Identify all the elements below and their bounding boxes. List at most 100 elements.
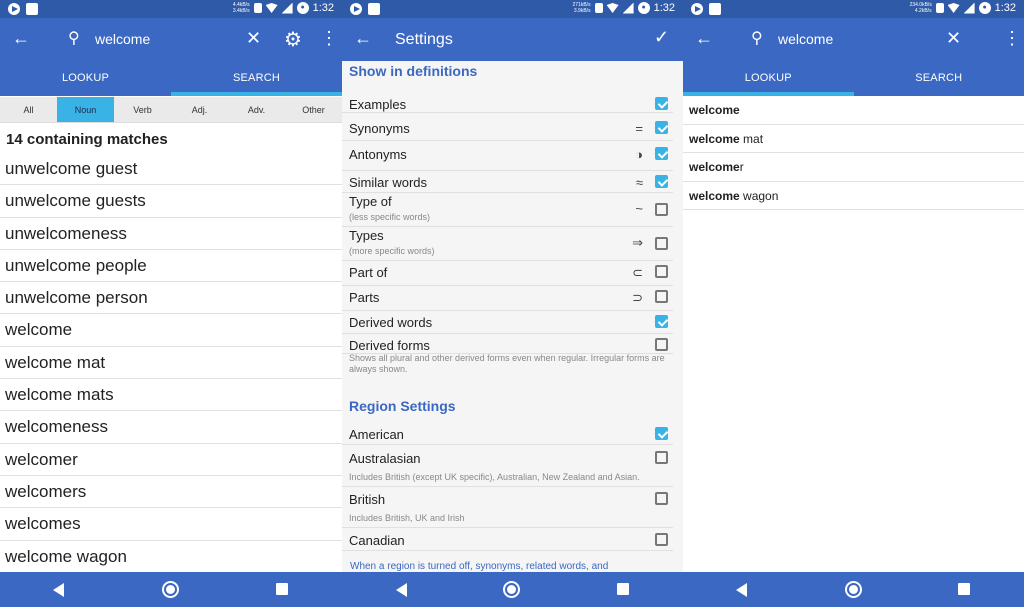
nav-back-icon[interactable] [53, 583, 64, 597]
setting-row-derived-forms[interactable]: Derived forms [342, 334, 673, 354]
back-arrow-icon[interactable]: ← [354, 28, 372, 49]
tab-indicator [171, 92, 342, 96]
region-row-american[interactable]: American [342, 423, 673, 445]
tab-lookup[interactable]: LOOKUP [0, 61, 171, 96]
setting-row-synonyms[interactable]: Synonyms = [342, 117, 673, 141]
checkbox[interactable] [655, 492, 668, 505]
nav-home-icon[interactable] [845, 581, 862, 598]
checkbox[interactable] [655, 427, 668, 440]
settings-app-bar: ← Settings ✓ [342, 18, 683, 61]
check-icon[interactable]: ✓ [654, 27, 669, 48]
list-item[interactable]: welcomeness [0, 411, 342, 444]
region-row-canadian[interactable]: Canadian [342, 529, 673, 551]
overflow-menu-icon[interactable]: ⋮ [1003, 28, 1021, 49]
play-notification-icon [8, 3, 20, 15]
gear-icon[interactable]: ⚙ [284, 27, 302, 52]
tab-bar: LOOKUP SEARCH [0, 61, 342, 96]
search-input[interactable]: welcome [95, 31, 150, 47]
setting-row-types[interactable]: Types (more specific words) ⇒ [342, 227, 673, 261]
list-item[interactable]: welcome mat [0, 347, 342, 380]
filter-noun[interactable]: Noun [57, 97, 114, 122]
nav-recents-icon[interactable] [958, 583, 970, 595]
list-item[interactable]: welcomer [683, 153, 1024, 182]
filter-adv[interactable]: Adv. [228, 97, 285, 122]
checkbox[interactable] [655, 315, 668, 328]
nav-back-icon[interactable] [736, 583, 747, 597]
list-item[interactable]: welcome mats [0, 379, 342, 412]
relation-symbol-icon: ⊂ [632, 265, 643, 280]
setting-row-type-of[interactable]: Type of (less specific words) ~ [342, 193, 673, 227]
region-row-british[interactable]: British Includes British, UK and Irish [342, 488, 673, 528]
checkbox[interactable] [655, 338, 668, 351]
clear-icon[interactable]: ✕ [246, 28, 261, 49]
match-count: 14 containing matches [6, 131, 168, 148]
setting-label: Similar words [349, 175, 428, 190]
filter-other[interactable]: Other [285, 97, 342, 122]
setting-row-antonyms[interactable]: Antonyms ◑ [342, 143, 673, 171]
list-item[interactable]: welcome [0, 314, 342, 347]
checkbox[interactable] [655, 203, 668, 216]
checkbox[interactable] [655, 97, 668, 110]
setting-label: Examples [349, 97, 407, 112]
list-item[interactable]: welcome wagon [683, 182, 1024, 210]
list-item[interactable]: unwelcome guest [0, 153, 342, 186]
checkbox[interactable] [655, 175, 668, 188]
relation-symbol-icon: = [635, 121, 643, 136]
back-arrow-icon[interactable]: ← [695, 28, 713, 49]
clear-icon[interactable]: ✕ [946, 28, 961, 49]
battery-icon: ● [296, 2, 309, 14]
status-bar: 271kB/s 3.9kB/s ● 1:32 [342, 0, 683, 18]
list-item[interactable]: unwelcome person [0, 282, 342, 315]
checkbox[interactable] [655, 290, 668, 303]
overflow-menu-icon[interactable]: ⋮ [320, 28, 338, 49]
relation-symbol-icon: ~ [635, 201, 643, 216]
nav-home-icon[interactable] [162, 581, 179, 598]
nav-recents-icon[interactable] [276, 583, 288, 595]
search-app-bar: ← ⚲ welcome ✕ ⚙ ⋮ [0, 18, 342, 61]
search-icon: ⚲ [751, 30, 763, 47]
list-item[interactable]: welcomes [0, 508, 342, 541]
nav-home-icon[interactable] [503, 581, 520, 598]
battery-icon: ● [637, 2, 650, 14]
nav-recents-icon[interactable] [617, 583, 629, 595]
list-item[interactable]: welcome [683, 96, 1024, 125]
list-item[interactable]: welcomers [0, 476, 342, 509]
setting-row-part-of[interactable]: Part of ⊂ [342, 261, 673, 286]
checkbox[interactable] [655, 121, 668, 134]
setting-label: Types [349, 228, 384, 243]
checkbox[interactable] [655, 265, 668, 278]
checkbox[interactable] [655, 533, 668, 546]
setting-row-parts[interactable]: Parts ⊃ [342, 286, 673, 311]
setting-row-derived-words[interactable]: Derived words [342, 311, 673, 334]
list-item[interactable]: welcome mat [683, 125, 1024, 153]
search-app-bar: ← ⚲ welcome ✕ ⋮ [683, 18, 1024, 61]
setting-row-examples[interactable]: Examples [342, 93, 673, 113]
tab-lookup[interactable]: LOOKUP [683, 61, 854, 96]
checkbox[interactable] [655, 451, 668, 464]
tab-search[interactable]: SEARCH [171, 61, 342, 96]
filter-adj[interactable]: Adj. [171, 97, 228, 122]
list-item[interactable]: unwelcome people [0, 250, 342, 283]
list-item[interactable]: welcomer [0, 444, 342, 476]
region-row-australasian[interactable]: Australasian Includes British (except UK … [342, 447, 673, 487]
section-title-region: Region Settings [349, 398, 456, 414]
setting-row-similar-words[interactable]: Similar words ≈ [342, 171, 673, 193]
region-footer-note: When a region is turned off, synonyms, r… [350, 561, 609, 572]
lookup-results: welcome welcome mat welcomer welcome wagon [683, 96, 1024, 210]
search-input[interactable]: welcome [778, 31, 833, 47]
vibrate-icon [935, 3, 944, 13]
checkbox[interactable] [655, 237, 668, 250]
back-arrow-icon[interactable]: ← [12, 28, 30, 49]
list-item[interactable]: unwelcomeness [0, 218, 342, 250]
list-item[interactable]: unwelcome guests [0, 185, 342, 218]
list-item[interactable]: welcome wagon [0, 541, 342, 572]
network-speed: 234.0kB/s 4.2kB/s [909, 2, 932, 14]
relation-symbol-icon: ⇒ [632, 235, 643, 250]
result-suffix: r [739, 160, 744, 174]
image-notification-icon [709, 3, 721, 15]
filter-all[interactable]: All [0, 97, 57, 122]
tab-search[interactable]: SEARCH [854, 61, 1024, 96]
nav-back-icon[interactable] [396, 583, 407, 597]
checkbox[interactable] [655, 147, 668, 160]
filter-verb[interactable]: Verb [114, 97, 171, 122]
